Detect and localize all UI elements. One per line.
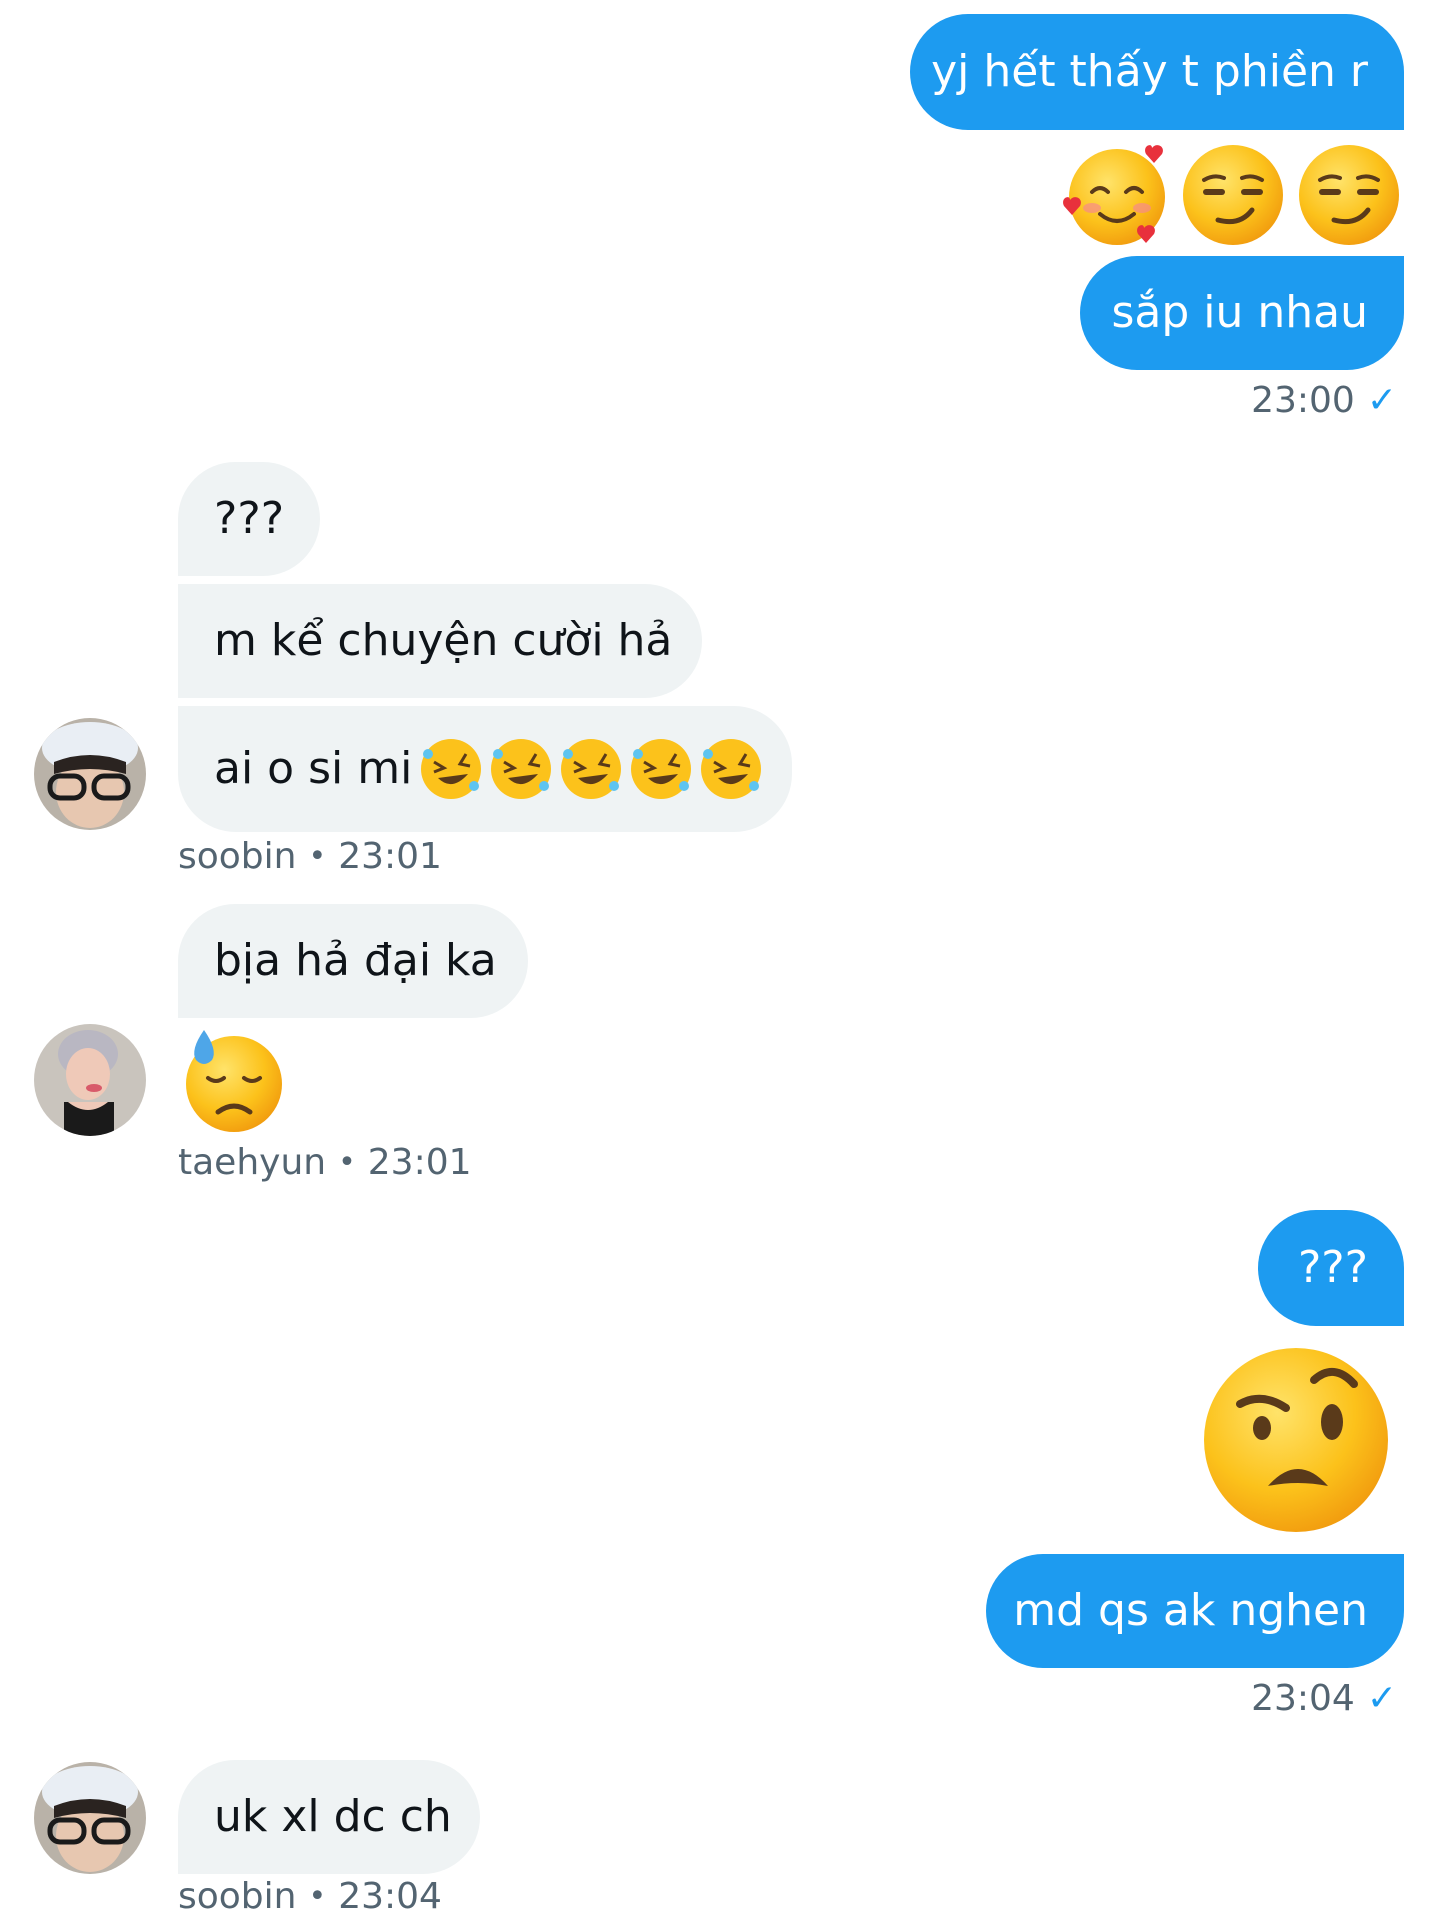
smirking-face-icon bbox=[1299, 145, 1399, 245]
message-meta: soobin • 23:04 bbox=[178, 1876, 442, 1917]
rolling-on-floor-laughing-icon bbox=[421, 739, 482, 799]
sender-name: taehyun bbox=[178, 1142, 327, 1183]
sent-check-icon: ✓ bbox=[1366, 380, 1397, 421]
sender-name: soobin bbox=[178, 1876, 297, 1917]
message-meta: soobin • 23:01 bbox=[178, 836, 442, 877]
message-text: uk xl dc ch bbox=[214, 1791, 452, 1842]
timestamp: 23:01 bbox=[338, 836, 442, 877]
outgoing-message[interactable]: sắp iu nhau bbox=[1080, 256, 1404, 370]
separator: • bbox=[308, 839, 327, 874]
message-text: ??? bbox=[1297, 1242, 1368, 1293]
outgoing-message[interactable]: yj hết thấy t phiền r bbox=[910, 14, 1404, 130]
avatar-image bbox=[34, 1024, 146, 1136]
separator: • bbox=[338, 1145, 356, 1180]
timestamp: 23:04 bbox=[338, 1876, 442, 1917]
avatar[interactable] bbox=[34, 718, 146, 830]
timestamp: 23:00 bbox=[1251, 380, 1355, 421]
smiling-face-with-hearts-icon bbox=[1063, 145, 1165, 245]
rolling-on-floor-laughing-icon bbox=[561, 739, 622, 799]
message-meta: 23:00 ✓ bbox=[1251, 380, 1397, 421]
incoming-message[interactable]: uk xl dc ch bbox=[178, 1760, 480, 1874]
timestamp: 23:01 bbox=[367, 1142, 472, 1183]
face-with-raised-eyebrow-icon[interactable] bbox=[1196, 1336, 1396, 1536]
avatar[interactable] bbox=[34, 1024, 146, 1136]
incoming-message[interactable]: bịa hả đại ka bbox=[178, 904, 528, 1018]
message-meta: taehyun • 23:01 bbox=[178, 1142, 472, 1183]
message-text: m kể chuyện cười hả bbox=[214, 615, 673, 666]
message-meta: 23:04 ✓ bbox=[1251, 1678, 1397, 1719]
message-text: sắp iu nhau bbox=[1111, 287, 1368, 338]
message-text: ??? bbox=[214, 493, 285, 544]
timestamp: 23:04 bbox=[1251, 1678, 1355, 1719]
rolling-on-floor-laughing-icon bbox=[631, 739, 692, 799]
message-text: md qs ak nghen bbox=[1013, 1585, 1368, 1636]
incoming-message[interactable]: m kể chuyện cười hả bbox=[178, 584, 702, 698]
avatar[interactable] bbox=[34, 1762, 146, 1874]
incoming-message[interactable]: ??? bbox=[178, 462, 320, 576]
sent-check-icon: ✓ bbox=[1366, 1678, 1397, 1719]
avatar-image bbox=[34, 718, 146, 830]
emoji-group bbox=[416, 734, 766, 804]
emoji-message[interactable] bbox=[1062, 140, 1404, 250]
outgoing-message[interactable]: md qs ak nghen bbox=[986, 1554, 1404, 1668]
rolling-on-floor-laughing-icon bbox=[491, 739, 552, 799]
outgoing-message[interactable]: ??? bbox=[1258, 1210, 1404, 1326]
incoming-message[interactable]: ai o si mi bbox=[178, 706, 792, 832]
sender-name: soobin bbox=[178, 836, 297, 877]
message-text: yj hết thấy t phiền r bbox=[931, 46, 1368, 97]
avatar-image bbox=[34, 1762, 146, 1874]
rolling-on-floor-laughing-icon bbox=[701, 739, 762, 799]
message-text: bịa hả đại ka bbox=[214, 935, 497, 986]
downcast-face-with-sweat-icon[interactable] bbox=[178, 1026, 288, 1136]
separator: • bbox=[308, 1879, 327, 1914]
message-text: ai o si mi bbox=[214, 743, 413, 794]
smirking-face-icon bbox=[1183, 145, 1283, 245]
